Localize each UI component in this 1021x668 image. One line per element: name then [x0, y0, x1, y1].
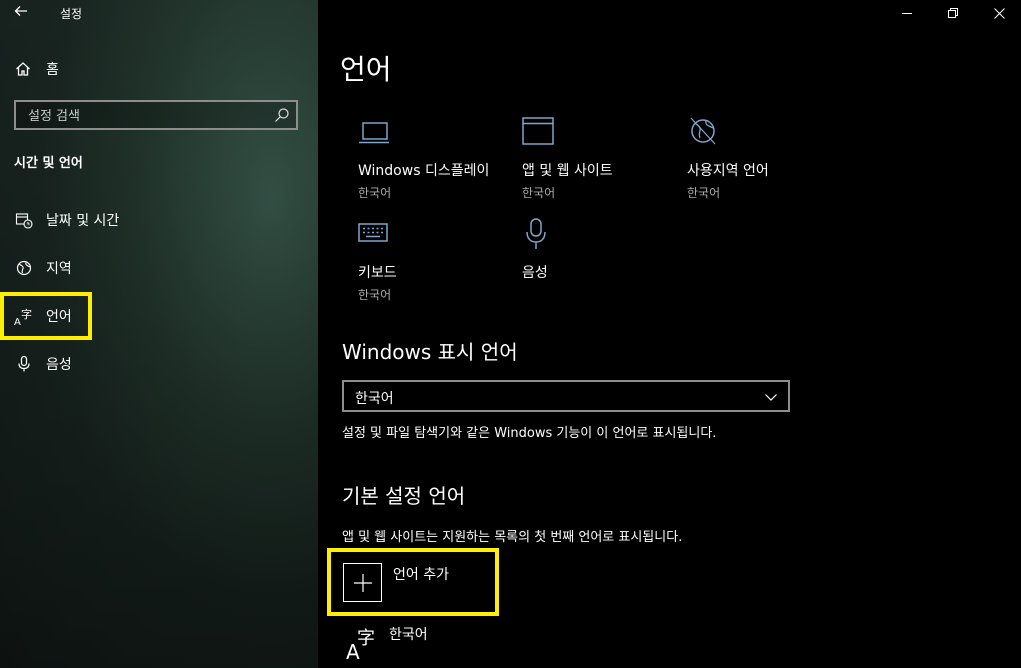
- tile-name: 키보드: [358, 265, 397, 281]
- clock-calendar-icon: [14, 210, 34, 230]
- tile-name: Windows 디스플레이: [358, 163, 490, 179]
- restore-icon: [948, 8, 958, 18]
- laptop-icon: [359, 122, 389, 144]
- search-box[interactable]: [14, 100, 298, 130]
- microphone-icon: [526, 218, 546, 249]
- tile-apps-websites[interactable]: 앱 및 웹 사이트 한국어: [522, 114, 672, 201]
- preferred-languages-description: 앱 및 웹 사이트는 지원하는 목록의 첫 번째 언어로 표시됩니다.: [342, 530, 683, 545]
- display-language-dropdown[interactable]: 한국어: [342, 380, 790, 412]
- highlight-box-add-language: [327, 548, 499, 616]
- minimize-button[interactable]: [884, 0, 930, 26]
- tile-regional-language[interactable]: 사용지역 언어 한국어: [687, 114, 837, 201]
- svg-text:字: 字: [357, 628, 375, 649]
- keyboard-icon: [358, 223, 388, 242]
- highlight-box-language: [0, 292, 92, 340]
- sidebar-item-label: 지역: [46, 261, 72, 277]
- sidebar-item-label: 날짜 및 시간: [46, 213, 120, 229]
- app-title: 설정: [60, 7, 83, 21]
- display-language-heading: Windows 표시 언어: [342, 340, 518, 364]
- sidebar-home[interactable]: 홈: [14, 58, 59, 80]
- language-icon: A 字: [346, 628, 375, 660]
- tile-keyboard[interactable]: 키보드 한국어: [358, 216, 508, 303]
- sidebar-item-speech[interactable]: 음성: [14, 352, 72, 376]
- microphone-icon: [14, 354, 34, 374]
- tile-name: 사용지역 언어: [687, 163, 769, 179]
- sidebar: 설정 홈 시간 및 언어 날짜 및 시간: [0, 0, 318, 668]
- arrow-left-icon: [14, 6, 27, 16]
- sidebar-home-label: 홈: [46, 62, 59, 78]
- chevron-down-icon: [765, 394, 777, 401]
- page-title: 언어: [340, 53, 392, 86]
- close-icon: [993, 7, 1005, 19]
- search-icon[interactable]: [274, 107, 290, 123]
- tile-subtitle: 한국어: [358, 288, 392, 302]
- section-title: 시간 및 언어: [14, 156, 83, 171]
- preferred-languages-heading: 기본 설정 언어: [342, 484, 466, 508]
- tile-subtitle: 한국어: [687, 186, 721, 200]
- sidebar-item-region[interactable]: 지역: [14, 256, 72, 280]
- dropdown-value: 한국어: [355, 391, 394, 407]
- restore-button[interactable]: [930, 0, 976, 26]
- tile-name: 음성: [522, 265, 548, 281]
- sidebar-item-label: 음성: [46, 357, 72, 373]
- globe-region-icon: [14, 258, 34, 278]
- tile-windows-display[interactable]: Windows 디스플레이 한국어: [358, 114, 508, 201]
- display-language-description: 설정 및 파일 탐색기와 같은 Windows 기능이 이 언어로 표시됩니다.: [342, 426, 717, 441]
- tile-speech[interactable]: 음성: [522, 216, 672, 286]
- language-list-item[interactable]: 한국어: [389, 624, 428, 644]
- sidebar-item-datetime[interactable]: 날짜 및 시간: [14, 208, 119, 232]
- browser-window-icon: [522, 117, 554, 145]
- home-icon: [16, 62, 30, 76]
- close-button[interactable]: [976, 0, 1021, 26]
- tile-subtitle: 한국어: [358, 186, 392, 200]
- back-button[interactable]: [14, 4, 28, 22]
- tile-subtitle: 한국어: [522, 186, 556, 200]
- tile-name: 앱 및 웹 사이트: [522, 163, 613, 179]
- globe-icon: [690, 117, 716, 145]
- search-input[interactable]: [26, 105, 270, 127]
- minimize-icon: [902, 13, 912, 14]
